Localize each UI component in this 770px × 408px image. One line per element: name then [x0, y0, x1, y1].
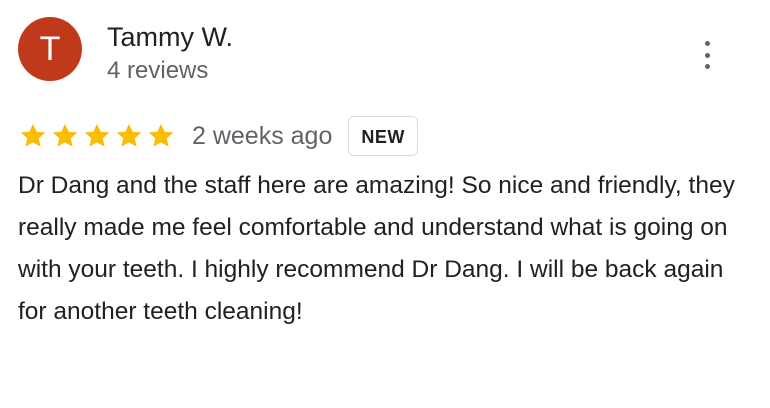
more-vertical-icon — [704, 41, 710, 46]
avatar-initial: T — [39, 30, 61, 68]
more-vertical-icon-dot — [704, 64, 710, 69]
new-badge: NEW — [348, 116, 418, 156]
more-vertical-icon-dot — [704, 52, 710, 58]
star-icon — [148, 123, 174, 147]
star-icon — [84, 123, 110, 147]
rating-row: 2 weeks ago NEW — [18, 114, 418, 158]
review-date: 2 weeks ago — [192, 122, 333, 150]
star-rating — [18, 121, 176, 151]
star-icon — [52, 123, 78, 147]
reviewer-reviews-count[interactable]: 4 reviews — [107, 56, 208, 86]
review-text: Dr Dang and the staff here are amazing! … — [18, 172, 735, 325]
reviewer-name[interactable]: Tammy W. — [107, 20, 233, 54]
more-options-button[interactable] — [695, 38, 719, 72]
review-card: T Tammy W. 4 reviews 2 weeks ago NEW Dr … — [0, 0, 770, 408]
star-icon — [116, 123, 142, 147]
star-icon — [20, 123, 46, 147]
avatar[interactable]: T — [18, 17, 82, 81]
